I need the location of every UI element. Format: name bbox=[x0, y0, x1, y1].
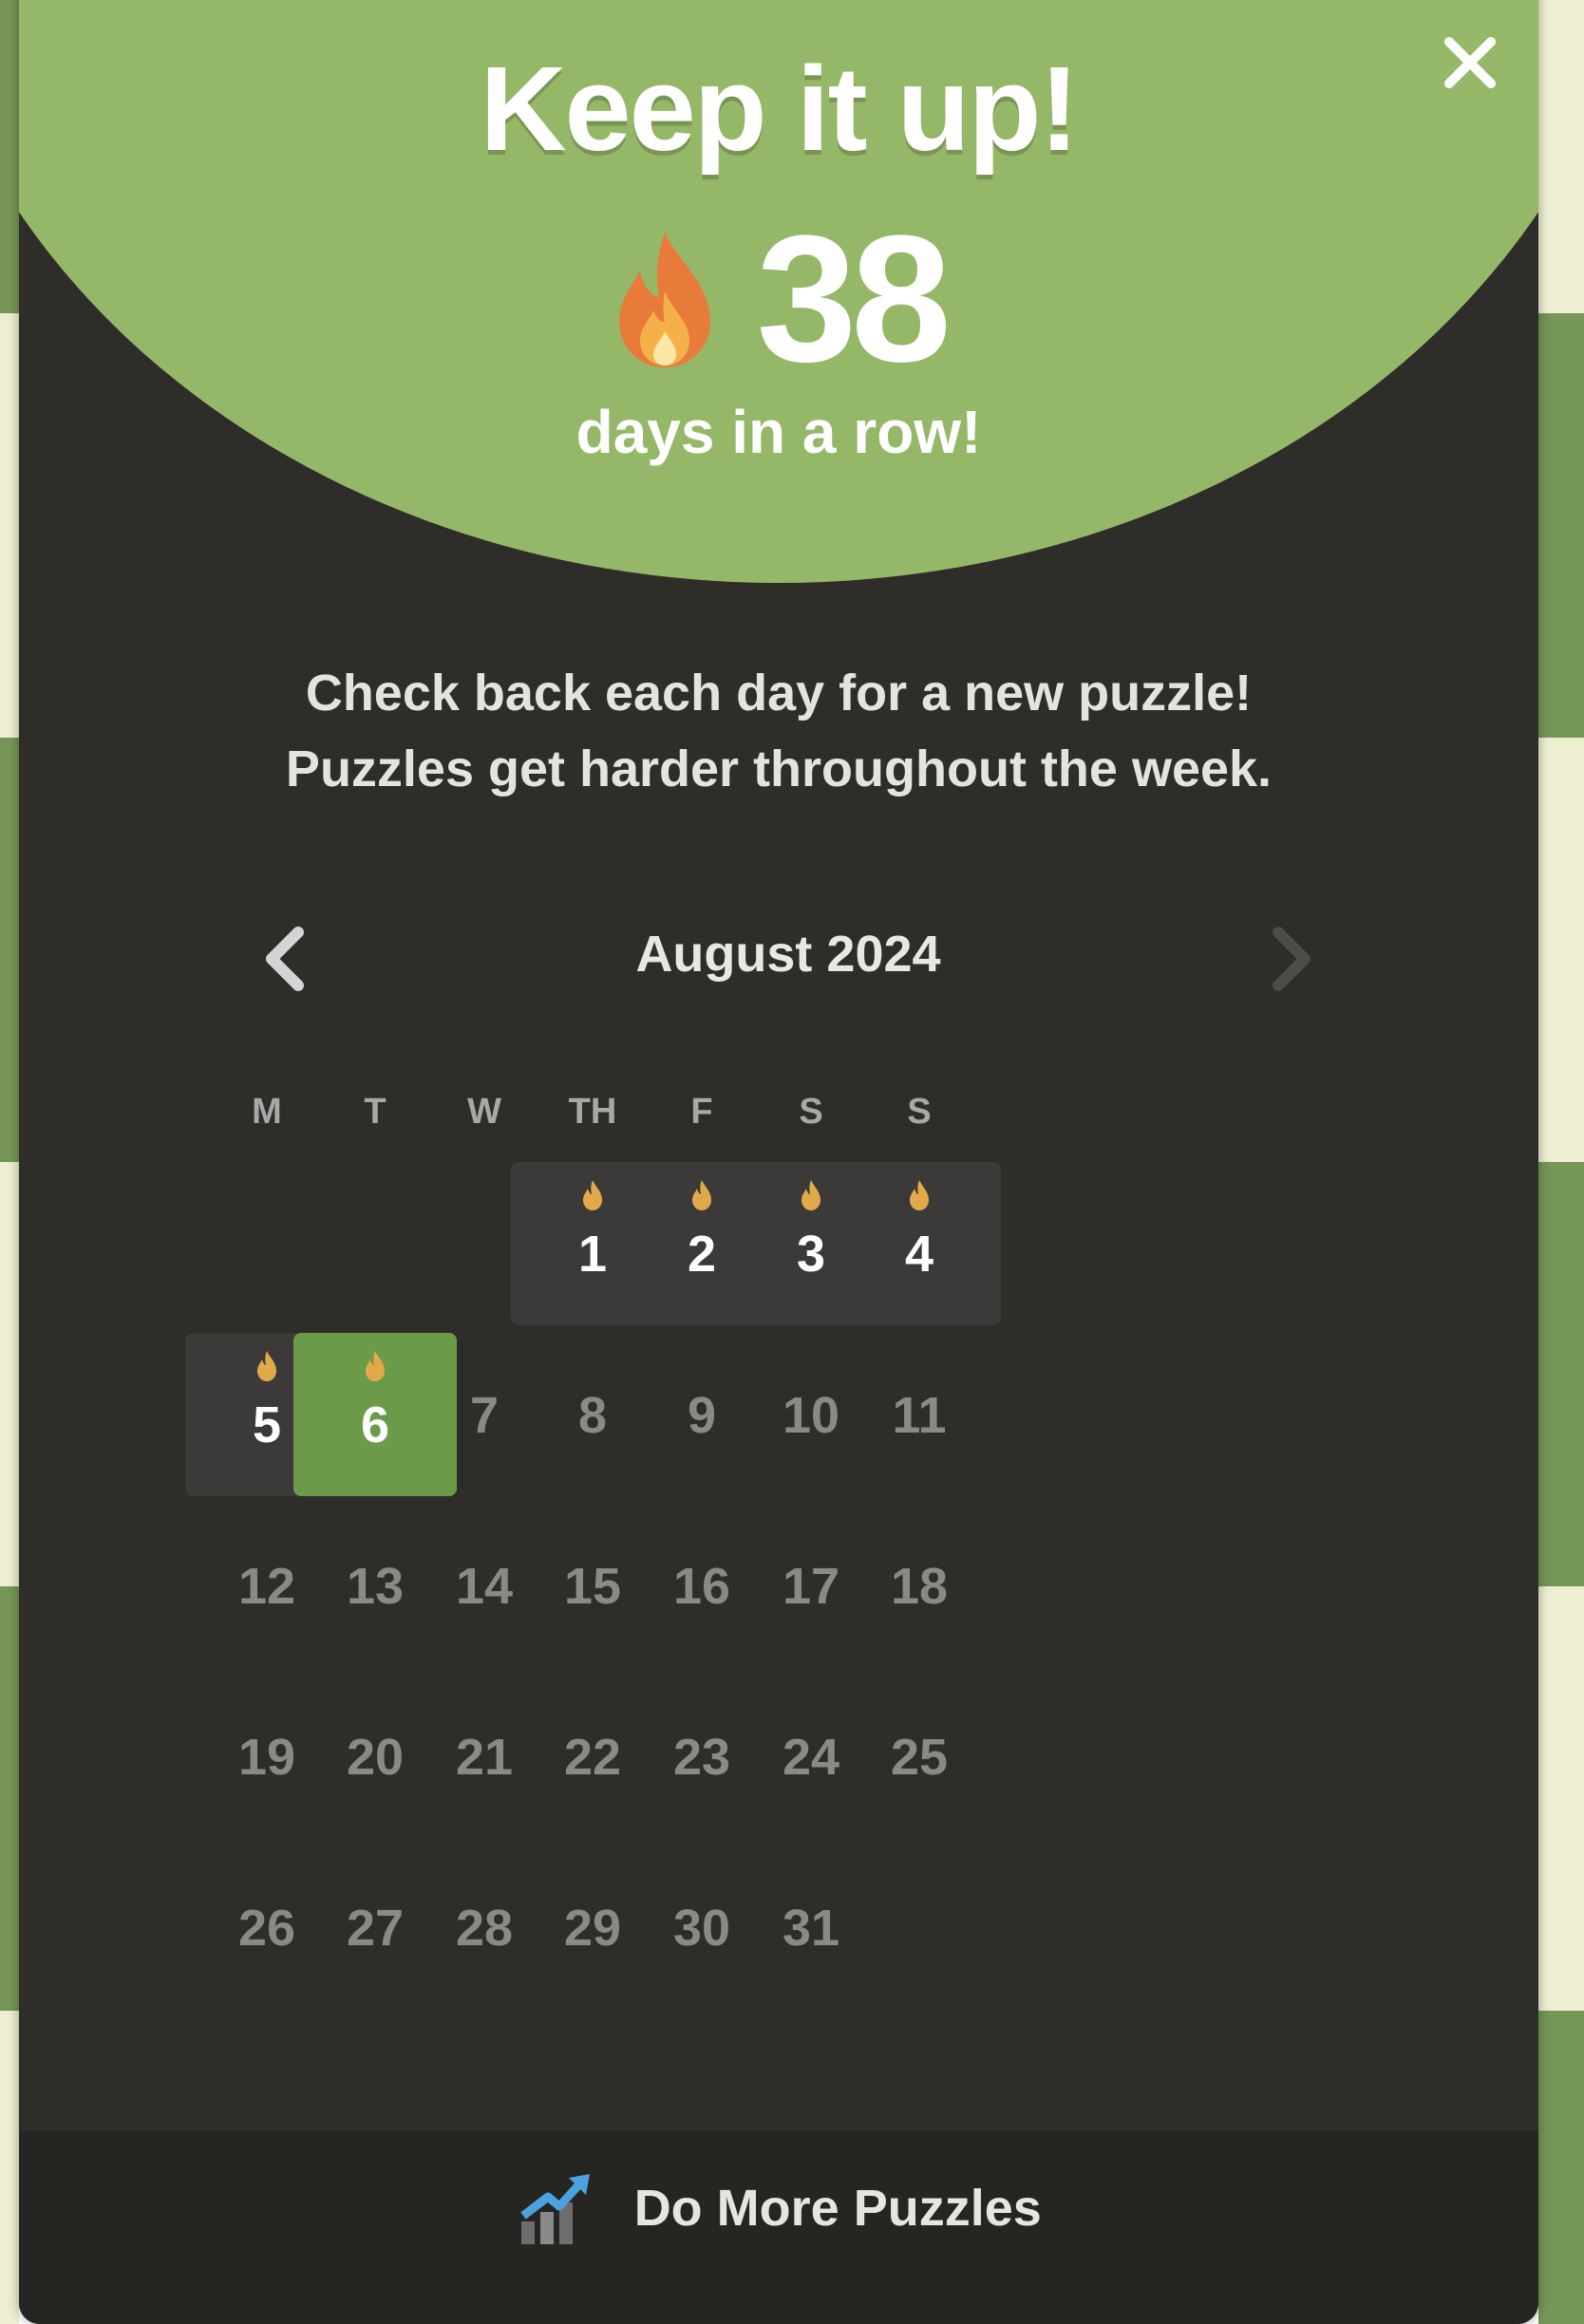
day-number: 25 bbox=[890, 1729, 949, 1786]
flame-icon bbox=[910, 1180, 929, 1210]
calendar-day[interactable]: 18 bbox=[838, 1504, 1001, 1667]
fire-icon bbox=[619, 233, 711, 367]
calendar-day[interactable]: 31 bbox=[729, 1846, 893, 2009]
do-more-puzzles-label: Do More Puzzles bbox=[633, 2180, 1042, 2237]
next-month-button[interactable] bbox=[1254, 911, 1329, 1006]
streak-count: 38 bbox=[756, 198, 952, 400]
modal-title: Keep it up! bbox=[480, 42, 1080, 176]
footer-bar: Do More Puzzles bbox=[19, 2130, 1538, 2324]
day-number: 4 bbox=[904, 1226, 934, 1283]
weekday-label: S bbox=[907, 1092, 932, 1132]
chevron-right-icon bbox=[1273, 927, 1311, 991]
day-number: 31 bbox=[782, 1900, 840, 1957]
info-message: Check back each day for a new puzzle! Pu… bbox=[19, 655, 1538, 807]
info-message-line: Puzzles get harder throughout the week. bbox=[285, 740, 1273, 797]
do-more-puzzles-button[interactable]: Do More Puzzles bbox=[19, 2168, 1538, 2273]
streak-counter: 38 bbox=[19, 209, 1538, 389]
flame-icon bbox=[583, 1180, 602, 1210]
flame-icon bbox=[692, 1180, 711, 1210]
info-message-line: Check back each day for a new puzzle! bbox=[305, 665, 1253, 722]
streak-modal: Keep it up! 38 days in a row! Check back… bbox=[19, 0, 1538, 2324]
calendar-day[interactable]: 11 bbox=[838, 1333, 1001, 1496]
calendar-header: August 2024 bbox=[247, 911, 1329, 1006]
day-number: 18 bbox=[890, 1558, 949, 1615]
flame-icon bbox=[366, 1351, 385, 1381]
flame-icon bbox=[801, 1180, 820, 1210]
flame-icon bbox=[257, 1351, 276, 1381]
streak-label: days in a row! bbox=[575, 398, 982, 466]
calendar-day[interactable]: 4 bbox=[838, 1162, 1001, 1325]
chart-trend-icon bbox=[520, 2174, 591, 2244]
calendar-day[interactable]: 25 bbox=[838, 1675, 1001, 1838]
month-label: August 2024 bbox=[635, 926, 941, 983]
day-number: 11 bbox=[892, 1387, 947, 1444]
